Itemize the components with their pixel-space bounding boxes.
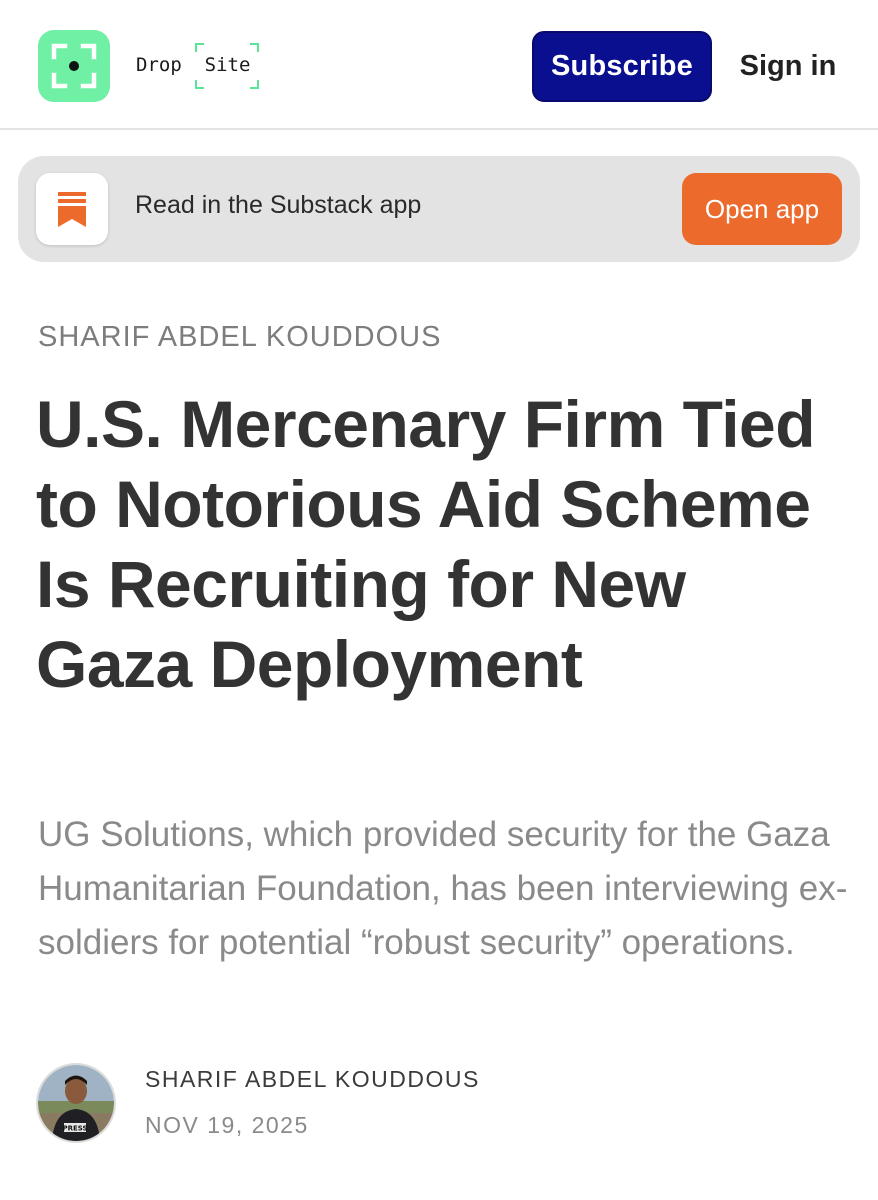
- viewfinder-dot-icon: [51, 43, 97, 89]
- subscribe-button[interactable]: Subscribe: [532, 31, 712, 102]
- brand-name: Drop Site: [136, 54, 250, 76]
- drop-site-logo[interactable]: [38, 30, 110, 102]
- article-title: U.S. Mercenary Firm Tied to Notorious Ai…: [36, 387, 816, 701]
- top-navigation-bar: Drop Site Subscribe Sign in: [0, 0, 878, 130]
- author-photo: PRESS: [38, 1065, 114, 1141]
- publish-date: NOV 19, 2025: [145, 1112, 309, 1138]
- author-name[interactable]: SHARIF ABDEL KOUDDOUS: [145, 1066, 480, 1093]
- open-app-button[interactable]: Open app: [682, 173, 842, 245]
- sign-in-link[interactable]: Sign in: [728, 44, 848, 88]
- substack-app-icon: [36, 173, 108, 245]
- app-banner-text: Read in the Substack app: [135, 191, 422, 219]
- author-avatar[interactable]: PRESS: [36, 1063, 116, 1143]
- article-subtitle: UG Solutions, which provided security fo…: [38, 815, 848, 962]
- press-label: PRESS: [62, 1125, 87, 1133]
- open-in-app-banner: Read in the Substack app Open app: [18, 156, 860, 262]
- drop-site-wordmark[interactable]: Drop Site: [126, 40, 266, 92]
- article-kicker[interactable]: SHARIF ABDEL KOUDDOUS: [38, 321, 441, 354]
- brand-word-drop: Drop: [136, 54, 182, 76]
- substack-bookmark-icon: [58, 192, 86, 227]
- brand-word-site: Site: [204, 54, 251, 76]
